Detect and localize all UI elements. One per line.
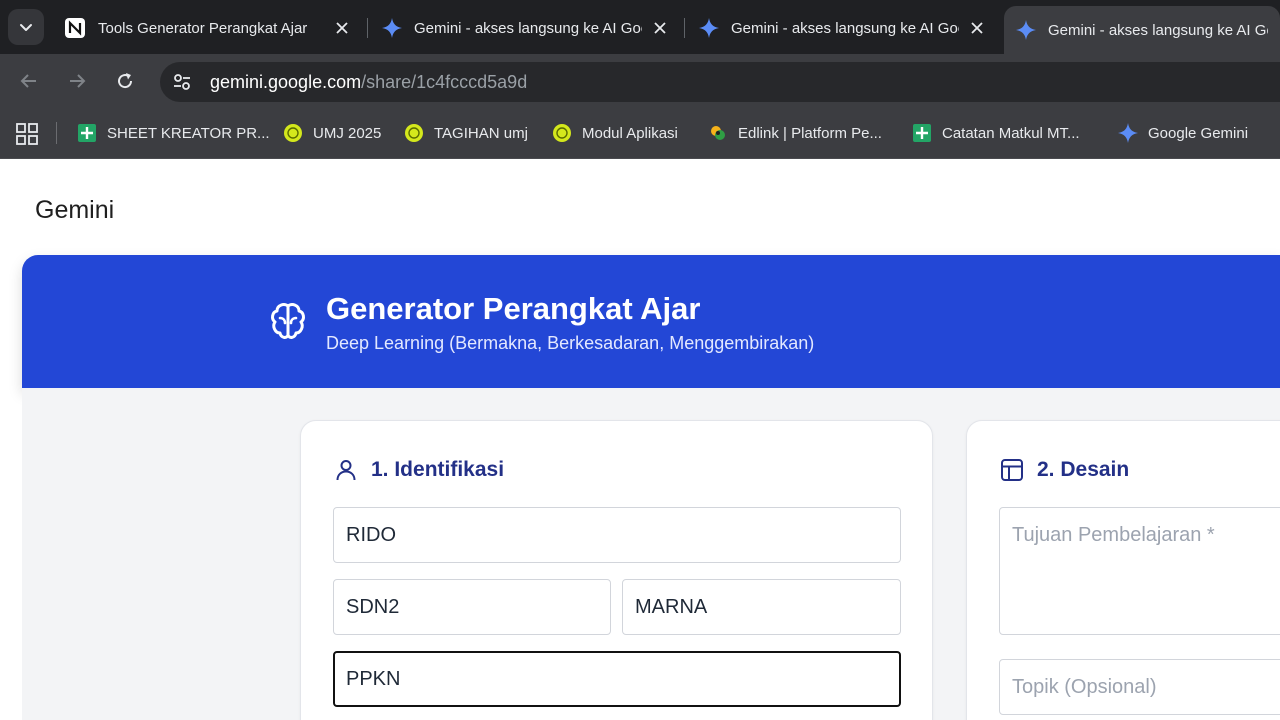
bookmark-umj-2025[interactable]: UMJ 2025 (283, 121, 381, 145)
arrow-right-icon (70, 74, 86, 88)
tab-search-button[interactable] (8, 9, 44, 45)
hero-title: Generator Perangkat Ajar (326, 291, 701, 326)
desain-card: 2. Desain Tujuan Pembelajaran * Topik (O… (966, 420, 1280, 720)
bookmark-modul-aplikasi[interactable]: Modul Aplikasi (552, 121, 678, 145)
secondary-input[interactable]: MARNA (622, 579, 901, 635)
school-input[interactable]: SDN2 (333, 579, 611, 635)
identifikasi-title: 1. Identifikasi (371, 458, 505, 481)
hero-header: Generator Perangkat Ajar Deep Learning (… (22, 255, 1280, 388)
browser-toolbar: gemini.google.com/share/1c4fcccd5a9d (0, 54, 1280, 107)
tab-title: Gemini - akses langsung ke AI Google (731, 19, 959, 37)
bookmark-label: Catatan Matkul MT... (942, 124, 1080, 142)
tab-title: Gemini - akses langsung ke AI Google (1048, 21, 1268, 39)
desain-title: 2. Desain (1037, 458, 1130, 481)
sheets-icon (912, 123, 932, 143)
tujuan-pembelajaran-textarea[interactable]: Tujuan Pembelajaran * (999, 507, 1280, 635)
layout-icon (999, 457, 1025, 483)
gemini-icon (1118, 123, 1138, 143)
browser-tabstrip: Tools Generator Perangkat Ajar Gemini - … (0, 0, 1280, 54)
edlink-icon (708, 123, 728, 143)
reload-icon (118, 73, 133, 89)
tab-gemini-active[interactable]: Gemini - akses langsung ke AI Google (1004, 6, 1280, 54)
close-icon[interactable] (650, 18, 670, 38)
url-path: /share/1c4fcccd5a9d (361, 71, 528, 92)
url-text[interactable]: gemini.google.com/share/1c4fcccd5a9d (210, 72, 527, 93)
tab-separator (367, 18, 368, 38)
tab-tools-generator[interactable]: Tools Generator Perangkat Ajar (52, 6, 364, 50)
bookmark-google-gemini[interactable]: Google Gemini (1118, 121, 1248, 145)
user-icon (333, 457, 359, 483)
bookmarks-divider (56, 122, 57, 144)
bookmark-label: UMJ 2025 (313, 124, 382, 142)
page-content: Gemini Generator Perangkat Ajar Deep Lea… (0, 160, 1280, 720)
gemini-icon (382, 18, 402, 38)
umj-logo-icon (283, 123, 303, 143)
tab-gemini-1[interactable]: Gemini - akses langsung ke AI Google (370, 6, 682, 50)
bookmark-edlink[interactable]: Edlink | Platform Pe... (708, 121, 882, 145)
bookmark-label: Edlink | Platform Pe... (738, 124, 882, 142)
identifikasi-header: 1. Identifikasi (333, 457, 504, 483)
forward-button[interactable] (62, 66, 92, 96)
bookmark-label: SHEET KREATOR PR... (107, 124, 270, 142)
apps-grid-icon[interactable] (16, 123, 38, 145)
gemini-icon (1016, 20, 1036, 40)
arrow-left-icon (20, 74, 36, 88)
bookmark-label: Google Gemini (1148, 124, 1249, 142)
bookmark-sheet-kreator[interactable]: SHEET KREATOR PR... (77, 121, 270, 145)
bookmark-tagihan-umj[interactable]: TAGIHAN umj (404, 121, 528, 145)
bookmarks-bar: SHEET KREATOR PR... UMJ 2025 TAGIHAN umj… (0, 107, 1280, 159)
tab-gemini-2[interactable]: Gemini - akses langsung ke AI Google (687, 6, 999, 50)
site-settings-icon[interactable] (170, 70, 194, 94)
gemini-icon (699, 18, 719, 38)
topik-input[interactable]: Topik (Opsional) (999, 659, 1280, 715)
name-input[interactable]: RIDO (333, 507, 901, 563)
address-bar[interactable]: gemini.google.com/share/1c4fcccd5a9d (160, 62, 1280, 102)
url-host: gemini.google.com (210, 71, 362, 92)
bookmark-label: TAGIHAN umj (434, 124, 528, 142)
tab-title: Tools Generator Perangkat Ajar (98, 19, 308, 37)
umj-logo-icon (552, 123, 572, 143)
umj-logo-icon (404, 123, 424, 143)
notion-icon (65, 18, 85, 38)
close-icon[interactable] (967, 18, 987, 38)
page-brand: Gemini (35, 196, 115, 224)
brain-icon (271, 303, 305, 339)
bookmark-label: Modul Aplikasi (582, 124, 678, 142)
back-button[interactable] (14, 66, 44, 96)
tab-separator (684, 18, 685, 38)
tab-title: Gemini - akses langsung ke AI Google (414, 19, 642, 37)
hero-subtitle: Deep Learning (Bermakna, Berkesadaran, M… (326, 333, 815, 353)
close-icon[interactable] (332, 18, 352, 38)
reload-button[interactable] (110, 66, 140, 96)
desain-header: 2. Desain (999, 457, 1129, 483)
subject-input[interactable]: PPKN (333, 651, 901, 707)
chevron-down-icon (20, 24, 32, 31)
identifikasi-card: 1. Identifikasi RIDO SDN2 MARNA PPKN (300, 420, 933, 720)
bookmark-catatan-matkul[interactable]: Catatan Matkul MT... (912, 121, 1080, 145)
sheets-icon (77, 123, 97, 143)
